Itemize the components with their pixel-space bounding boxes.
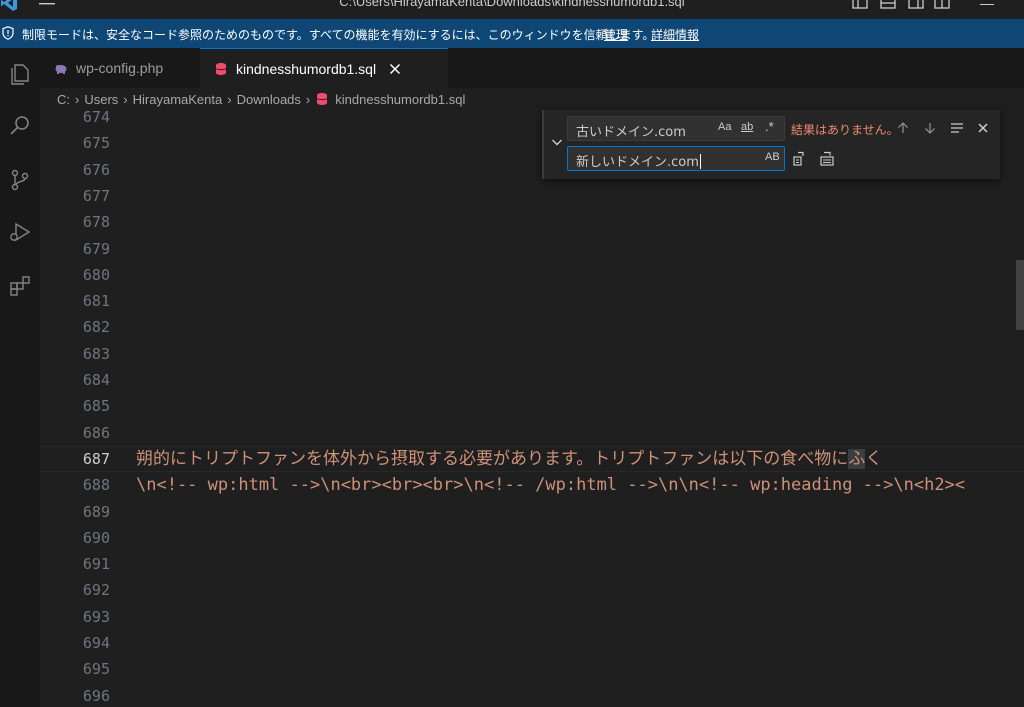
layout-controls-icon[interactable] [850, 0, 950, 11]
breadcrumb-users[interactable]: Users [84, 92, 118, 107]
search-icon [10, 116, 29, 135]
code-line-687[interactable]: 朔的にトリプトファンを体外から摂取する必要があります。トリプトファンは以下の食べ… [136, 446, 882, 472]
source-control-button[interactable] [0, 160, 40, 200]
chevron-down-icon[interactable] [550, 135, 564, 149]
extensions-button[interactable] [0, 266, 40, 306]
line-number: 690 [82, 528, 110, 547]
replace-value: 新しいドメイン.com [576, 151, 701, 170]
line-number: 679 [82, 239, 110, 258]
line-number: 675 [82, 134, 110, 153]
line-number: 677 [82, 186, 110, 205]
source-control-icon [11, 169, 29, 191]
chevron-right-icon: › [123, 91, 128, 107]
extensions-icon [10, 276, 30, 296]
explorer-button[interactable] [0, 54, 40, 94]
line-number: 684 [82, 371, 110, 389]
activity-bar [0, 48, 40, 707]
line-number: 693 [82, 607, 110, 626]
shield-icon [2, 26, 14, 40]
code-editor[interactable]: 674 675 676 677 678 679 680 681 682 683 684 685 686 6… [40, 110, 1024, 707]
line-number: 678 [82, 213, 110, 232]
run-debug-button[interactable] [0, 212, 40, 252]
preserve-case-toggle[interactable]: AB [765, 151, 780, 163]
close-icon[interactable] [388, 62, 402, 76]
line-number: 682 [82, 318, 110, 337]
line-number: 685 [82, 397, 110, 416]
replace-value-text: 新しいドメイン.com [576, 155, 699, 170]
database-icon [215, 62, 227, 75]
whole-word-toggle[interactable]: ab [741, 121, 753, 133]
minimize-button[interactable] [980, 4, 994, 5]
close-icon [978, 123, 988, 133]
code-line-688[interactable]: \n<!-- wp:html -->\n<br><br><br>\n<!-- /… [136, 472, 965, 498]
database-icon [316, 93, 328, 105]
search-match-highlight: ふ [848, 449, 866, 469]
breadcrumb: C: › Users › HirayamaKenta › Downloads ›… [40, 88, 1024, 110]
search-button[interactable] [0, 106, 40, 146]
replace-input[interactable]: 新しいドメイン.com AB [567, 146, 785, 171]
editor-tabs: wp-config.php kindnesshumordb1.sql [40, 48, 1024, 88]
breadcrumb-user[interactable]: HirayamaKenta [133, 92, 223, 107]
line-number: 695 [82, 660, 110, 679]
title-bar: C:\Users\HirayamaKenta\Downloads\kindnes… [0, 0, 1024, 19]
line-number: 688 [82, 476, 110, 495]
tab-label: wp-config.php [76, 60, 164, 76]
php-icon [55, 65, 67, 74]
line-number-gutter: 674 675 676 677 678 679 680 681 682 683 684 685 686 6… [40, 110, 112, 707]
line-number: 687 [82, 449, 110, 468]
match-case-toggle[interactable]: Aa [718, 121, 731, 133]
restricted-mode-banner: 制限モードは、安全なコード参照のためのものです。すべての機能を有効にするには、こ… [0, 19, 1024, 48]
tab-label: kindnesshumordb1.sql [236, 60, 377, 77]
breadcrumb-downloads[interactable]: Downloads [237, 92, 301, 107]
manage-link[interactable]: 管理 [604, 26, 628, 43]
line-number: 692 [82, 581, 110, 600]
line-number: 674 [82, 110, 110, 126]
details-link[interactable]: 詳細情報 [651, 26, 699, 43]
chevron-right-icon: › [75, 91, 80, 107]
arrow-down-icon [925, 123, 935, 134]
text-caret [699, 154, 701, 169]
previous-match-button[interactable] [894, 119, 912, 137]
find-result-status: 結果はありません。 [791, 123, 899, 137]
line-number: 689 [82, 502, 110, 521]
next-match-button[interactable] [921, 119, 939, 137]
tab-kindnesshumordb1[interactable]: kindnesshumordb1.sql [200, 48, 448, 88]
files-icon [11, 64, 29, 85]
find-value: 古いドメイン.com [576, 125, 686, 140]
code-text-tail: く [865, 449, 883, 469]
code-text: 朔的にトリプトファンを体外から摂取する必要があります。トリプトファンは以下の食べ… [136, 449, 849, 469]
line-number: 683 [82, 344, 110, 363]
replace-button[interactable] [790, 150, 808, 168]
tab-wp-config[interactable]: wp-config.php [40, 48, 200, 88]
arrow-up-icon [898, 122, 908, 133]
find-replace-widget: 古いドメイン.com Aa ab .* 結果はありません。 新しいドメイン.co… [542, 110, 1000, 179]
selection-lines-icon [951, 123, 963, 133]
line-number: 686 [82, 423, 110, 442]
line-number: 696 [82, 686, 110, 705]
close-find-button[interactable] [974, 119, 992, 137]
breadcrumb-drive[interactable]: C: [57, 92, 70, 107]
replace-icon [793, 151, 804, 166]
regex-toggle[interactable]: .* [765, 119, 774, 134]
line-number: 694 [82, 634, 110, 652]
replace-all-button[interactable] [818, 150, 836, 168]
find-input[interactable]: 古いドメイン.com Aa ab .* [567, 116, 785, 141]
chevron-right-icon: › [227, 91, 232, 107]
line-number: 676 [82, 160, 110, 179]
line-number: 681 [82, 292, 110, 311]
line-number: 680 [82, 265, 110, 284]
chevron-right-icon: › [305, 91, 311, 107]
run-debug-icon [10, 222, 31, 242]
find-in-selection-button[interactable] [948, 119, 966, 137]
scrollbar-thumb[interactable] [1016, 260, 1024, 330]
line-number: 691 [82, 555, 110, 574]
banner-message: 制限モードは、安全なコード参照のためのものです。すべての機能を有効にするには、こ… [22, 28, 655, 42]
breadcrumb-file[interactable]: kindnesshumordb1.sql [335, 92, 465, 107]
replace-all-icon [820, 151, 834, 166]
